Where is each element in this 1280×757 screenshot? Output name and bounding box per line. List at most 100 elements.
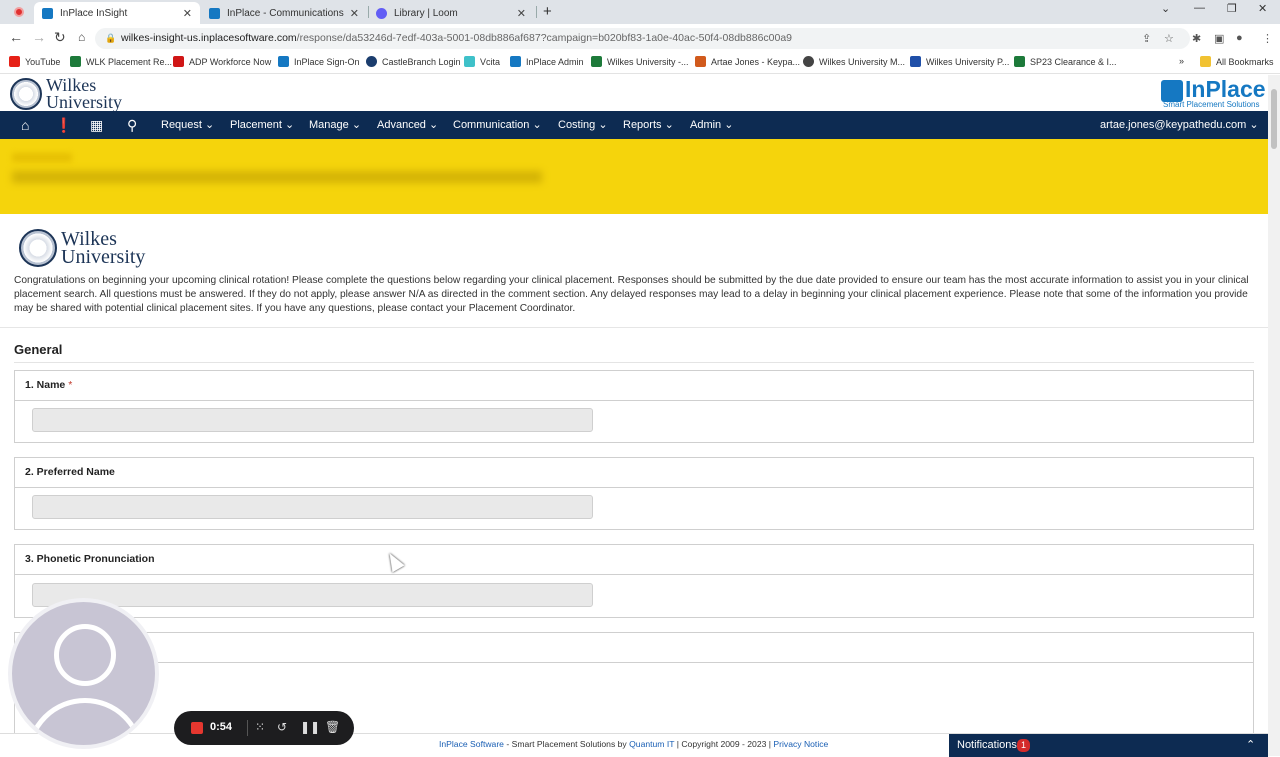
bookmark-item[interactable]: InPlace Sign-On — [278, 56, 360, 67]
profile-icon[interactable]: ● — [1236, 32, 1243, 44]
bookmark-item[interactable]: YouTube — [9, 56, 60, 67]
restore-icon[interactable]: ❐ — [1227, 2, 1237, 15]
calendar-icon[interactable]: ▦ — [90, 117, 103, 134]
bookmark-label: CastleBranch Login — [382, 56, 461, 67]
extensions-icon[interactable]: ✱ — [1192, 32, 1201, 45]
nav-advanced[interactable]: Advanced ⌄ — [377, 118, 438, 131]
question-label — [15, 633, 1253, 663]
wilkes-logo-text: Wilkes University — [46, 76, 122, 110]
share-icon[interactable]: ⇪ — [1142, 32, 1151, 45]
tab-label: InPlace InSight — [60, 7, 128, 19]
pause-icon[interactable]: ❚❚ — [300, 720, 320, 734]
question-label: 2. Preferred Name — [15, 458, 1253, 488]
map-pin-icon[interactable]: ⚲ — [127, 117, 137, 134]
nav-label: Admin — [690, 119, 722, 131]
nav-placement[interactable]: Placement ⌄ — [230, 118, 294, 131]
copyright-text: | Copyright 2009 - 2023 | — [674, 739, 774, 749]
recording-indicator-icon — [14, 7, 24, 17]
scrollbar-thumb[interactable] — [1271, 89, 1277, 149]
bookmark-label: Wilkes University M... — [819, 56, 906, 67]
question-preferred-name: 2. Preferred Name — [14, 457, 1254, 530]
footer-mid-text: - Smart Placement Solutions by — [503, 739, 630, 749]
nav-label: Request — [161, 119, 202, 131]
trash-icon[interactable]: 🗑 — [325, 720, 340, 734]
divider — [247, 720, 248, 736]
bookmark-item[interactable]: Wilkes University P... — [910, 56, 1009, 67]
close-tab-icon[interactable]: ✕ — [183, 7, 192, 20]
bookmark-label: SP23 Clearance & I... — [1030, 56, 1117, 67]
camera-avatar[interactable] — [8, 598, 159, 749]
question-text: 1. Name — [25, 379, 66, 391]
question-name: 1. Name * — [14, 370, 1254, 443]
privacy-notice-link[interactable]: Privacy Notice — [773, 739, 828, 749]
menu-icon[interactable]: ⋮ — [1262, 32, 1273, 45]
back-icon[interactable]: ← — [9, 29, 23, 45]
new-tab-icon[interactable]: + — [543, 3, 552, 20]
bookmark-item[interactable]: CastleBranch Login — [366, 56, 461, 67]
nav-request[interactable]: Request ⌄ — [161, 118, 214, 131]
excel-icon — [591, 56, 602, 67]
alert-icon[interactable]: ❗ — [55, 117, 72, 134]
question-label: 3. Phonetic Pronunciation — [15, 545, 1253, 575]
avatar-head-icon — [54, 624, 116, 686]
more-bookmarks-icon[interactable]: » — [1179, 56, 1184, 66]
close-tab-icon[interactable]: ✕ — [517, 7, 526, 20]
tab-inplace-insight[interactable]: InPlace InSight ✕ — [34, 2, 200, 24]
inplace-mark-icon — [1161, 80, 1183, 102]
user-menu[interactable]: artae.jones@keypathedu.com ⌄ — [1100, 118, 1259, 131]
phonetic-pronunciation-input[interactable] — [32, 583, 593, 607]
name-input[interactable] — [32, 408, 593, 432]
side-panel-icon[interactable]: ▣ — [1214, 32, 1224, 45]
close-tab-icon[interactable]: ✕ — [350, 7, 359, 20]
close-window-icon[interactable]: ✕ — [1258, 2, 1267, 15]
banner-blurred-text — [12, 153, 72, 162]
avatar-body-icon — [26, 698, 144, 745]
nav-costing[interactable]: Costing ⌄ — [558, 118, 608, 131]
nav-communication[interactable]: Communication ⌄ — [453, 118, 542, 131]
minimize-icon[interactable]: — — [1194, 2, 1205, 14]
globe-icon — [803, 56, 814, 67]
all-bookmarks[interactable]: All Bookmarks — [1200, 56, 1274, 67]
restart-icon[interactable]: ↺ — [277, 720, 287, 734]
folder-icon — [1200, 56, 1211, 67]
chevron-up-icon[interactable]: ⌃ — [1246, 738, 1255, 751]
bookmark-item[interactable]: Artae Jones - Keypa... — [695, 56, 800, 67]
bookmark-item[interactable]: SP23 Clearance & I... — [1014, 56, 1117, 67]
home-icon[interactable]: ⌂ — [78, 30, 85, 44]
notifications-label: Notifications — [957, 739, 1017, 751]
home-icon[interactable]: ⌂ — [21, 117, 29, 133]
tab-communications[interactable]: InPlace - Communications ✕ — [201, 2, 367, 24]
nav-manage[interactable]: Manage ⌄ — [309, 118, 361, 131]
bookmark-item[interactable]: ADP Workforce Now — [173, 56, 271, 67]
notifications-panel[interactable]: Notifications 1 ⌃ — [949, 734, 1268, 757]
bookmark-item[interactable]: InPlace Admin — [510, 56, 584, 67]
required-marker: * — [68, 379, 73, 391]
forward-icon[interactable]: → — [32, 29, 46, 45]
bookmark-label: Wilkes University P... — [926, 56, 1010, 67]
bookmark-item[interactable]: Vcita — [464, 56, 500, 67]
nav-admin[interactable]: Admin ⌄ — [690, 118, 733, 131]
bookmark-item[interactable]: Wilkes University M... — [803, 56, 905, 67]
tab-search-icon[interactable]: ⌄ — [1161, 2, 1170, 15]
page-scrollbar[interactable] — [1268, 75, 1280, 756]
nav-label: Advanced — [377, 119, 426, 131]
star-icon[interactable]: ☆ — [1164, 32, 1174, 45]
bookmark-label: Vcita — [480, 56, 501, 67]
reload-icon[interactable]: ↻ — [54, 29, 66, 46]
tab-separator — [536, 6, 537, 18]
quantum-it-link[interactable]: Quantum IT — [629, 739, 674, 749]
tab-loom-library[interactable]: Library | Loom ✕ — [368, 2, 534, 24]
nav-reports[interactable]: Reports ⌄ — [623, 118, 674, 131]
stop-recording-button[interactable] — [191, 722, 203, 734]
drag-handle-icon[interactable]: ⁙ — [255, 720, 265, 734]
recorder-controls: 0:54 ⁙ ↺ ❚❚ 🗑 — [174, 711, 354, 745]
inplace-software-link[interactable]: InPlace Software — [439, 739, 504, 749]
preferred-name-input[interactable] — [32, 495, 593, 519]
wilkes-logo[interactable]: Wilkes University — [10, 76, 122, 110]
bookmark-label: InPlace Sign-On — [294, 56, 360, 67]
excel-icon — [1014, 56, 1025, 67]
url-bar[interactable]: 🔒 wilkes-insight-us.inplacesoftware.com/… — [95, 28, 1190, 49]
bookmark-label: InPlace Admin — [526, 56, 584, 67]
bookmark-item[interactable]: WLK Placement Re... — [70, 56, 172, 67]
bookmark-item[interactable]: Wilkes University -... — [591, 56, 689, 67]
